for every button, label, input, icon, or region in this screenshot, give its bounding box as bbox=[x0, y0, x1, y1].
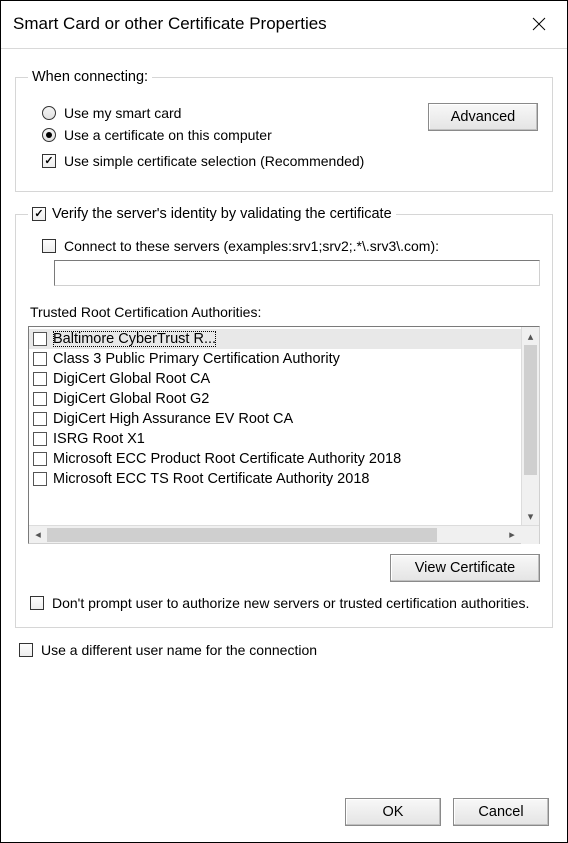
list-item-label: DigiCert High Assurance EV Root CA bbox=[53, 411, 293, 427]
checkbox-simple-selection[interactable]: Use simple certificate selection (Recomm… bbox=[42, 153, 540, 169]
checkbox-icon bbox=[30, 596, 44, 610]
checkbox-label: Use simple certificate selection (Recomm… bbox=[64, 153, 364, 169]
radio-icon bbox=[42, 106, 56, 120]
trusted-root-listbox[interactable]: Baltimore CyberTrust R... Class 3 Public … bbox=[28, 326, 540, 544]
scroll-down-arrow[interactable]: ▾ bbox=[522, 507, 539, 525]
when-connecting-legend: When connecting: bbox=[28, 69, 152, 85]
scroll-corner bbox=[521, 526, 539, 544]
checkbox-label: Connect to these servers (examples:srv1;… bbox=[64, 238, 439, 254]
checkbox-icon bbox=[33, 412, 47, 426]
list-item-label: Microsoft ECC TS Root Certificate Author… bbox=[53, 471, 369, 487]
scroll-right-arrow[interactable]: ▸ bbox=[503, 526, 521, 544]
checkbox-icon bbox=[33, 352, 47, 366]
list-item-label: Baltimore CyberTrust R... bbox=[53, 331, 216, 347]
checkbox-connect-servers[interactable]: Connect to these servers (examples:srv1;… bbox=[42, 238, 540, 254]
checkbox-icon bbox=[33, 332, 47, 346]
verify-legend-label: Verify the server's identity by validati… bbox=[52, 206, 392, 222]
checkbox-icon bbox=[33, 472, 47, 486]
checkbox-icon bbox=[42, 154, 56, 168]
checkbox-icon bbox=[33, 452, 47, 466]
checkbox-icon bbox=[19, 643, 33, 657]
verify-legend[interactable]: Verify the server's identity by validati… bbox=[28, 206, 396, 222]
checkbox-label: Don't prompt user to authorize new serve… bbox=[52, 594, 529, 613]
list-item-label: Microsoft ECC Product Root Certificate A… bbox=[53, 451, 401, 467]
scroll-left-arrow[interactable]: ◂ bbox=[29, 526, 47, 544]
list-item[interactable]: Microsoft ECC TS Root Certificate Author… bbox=[29, 469, 521, 489]
radio-label: Use my smart card bbox=[64, 105, 181, 121]
scroll-up-arrow[interactable]: ▴ bbox=[522, 327, 539, 345]
list-item-label: DigiCert Global Root CA bbox=[53, 371, 210, 387]
checkbox-icon bbox=[33, 372, 47, 386]
checkbox-icon bbox=[42, 239, 56, 253]
checkbox-label: Use a different user name for the connec… bbox=[41, 642, 317, 658]
list-item[interactable]: ISRG Root X1 bbox=[29, 429, 521, 449]
horizontal-scrollbar[interactable]: ◂ ▸ bbox=[29, 525, 539, 543]
list-item[interactable]: DigiCert Global Root G2 bbox=[29, 389, 521, 409]
radio-label: Use a certificate on this computer bbox=[64, 127, 272, 143]
scroll-track[interactable] bbox=[522, 475, 539, 507]
radio-icon bbox=[42, 128, 56, 142]
when-connecting-group: When connecting: Advanced Use my smart c… bbox=[15, 69, 553, 192]
list-item-label: ISRG Root X1 bbox=[53, 431, 145, 447]
vertical-scrollbar[interactable]: ▴ ▾ bbox=[521, 327, 539, 525]
checkbox-icon bbox=[32, 207, 46, 221]
scroll-thumb[interactable] bbox=[524, 345, 537, 475]
advanced-button[interactable]: Advanced bbox=[428, 103, 538, 131]
list-item[interactable]: DigiCert Global Root CA bbox=[29, 369, 521, 389]
servers-input[interactable] bbox=[54, 260, 540, 286]
checkbox-no-prompt[interactable]: Don't prompt user to authorize new serve… bbox=[30, 594, 538, 613]
ok-button[interactable]: OK bbox=[345, 798, 441, 826]
window-title: Smart Card or other Certificate Properti… bbox=[13, 14, 327, 34]
checkbox-icon bbox=[33, 392, 47, 406]
scroll-thumb[interactable] bbox=[47, 528, 437, 542]
trusted-root-label: Trusted Root Certification Authorities: bbox=[30, 304, 540, 320]
checkbox-icon bbox=[33, 432, 47, 446]
cancel-button[interactable]: Cancel bbox=[453, 798, 549, 826]
close-icon bbox=[532, 17, 546, 31]
list-item-label: DigiCert Global Root G2 bbox=[53, 391, 209, 407]
verify-group: Verify the server's identity by validati… bbox=[15, 206, 553, 628]
close-button[interactable] bbox=[523, 12, 555, 36]
list-item[interactable]: Baltimore CyberTrust R... bbox=[29, 329, 521, 349]
view-certificate-button[interactable]: View Certificate bbox=[390, 554, 540, 582]
list-item[interactable]: Microsoft ECC Product Root Certificate A… bbox=[29, 449, 521, 469]
titlebar: Smart Card or other Certificate Properti… bbox=[1, 1, 567, 49]
list-item-label: Class 3 Public Primary Certification Aut… bbox=[53, 351, 340, 367]
list-item[interactable]: Class 3 Public Primary Certification Aut… bbox=[29, 349, 521, 369]
list-item[interactable]: DigiCert High Assurance EV Root CA bbox=[29, 409, 521, 429]
checkbox-different-user[interactable]: Use a different user name for the connec… bbox=[19, 642, 549, 658]
